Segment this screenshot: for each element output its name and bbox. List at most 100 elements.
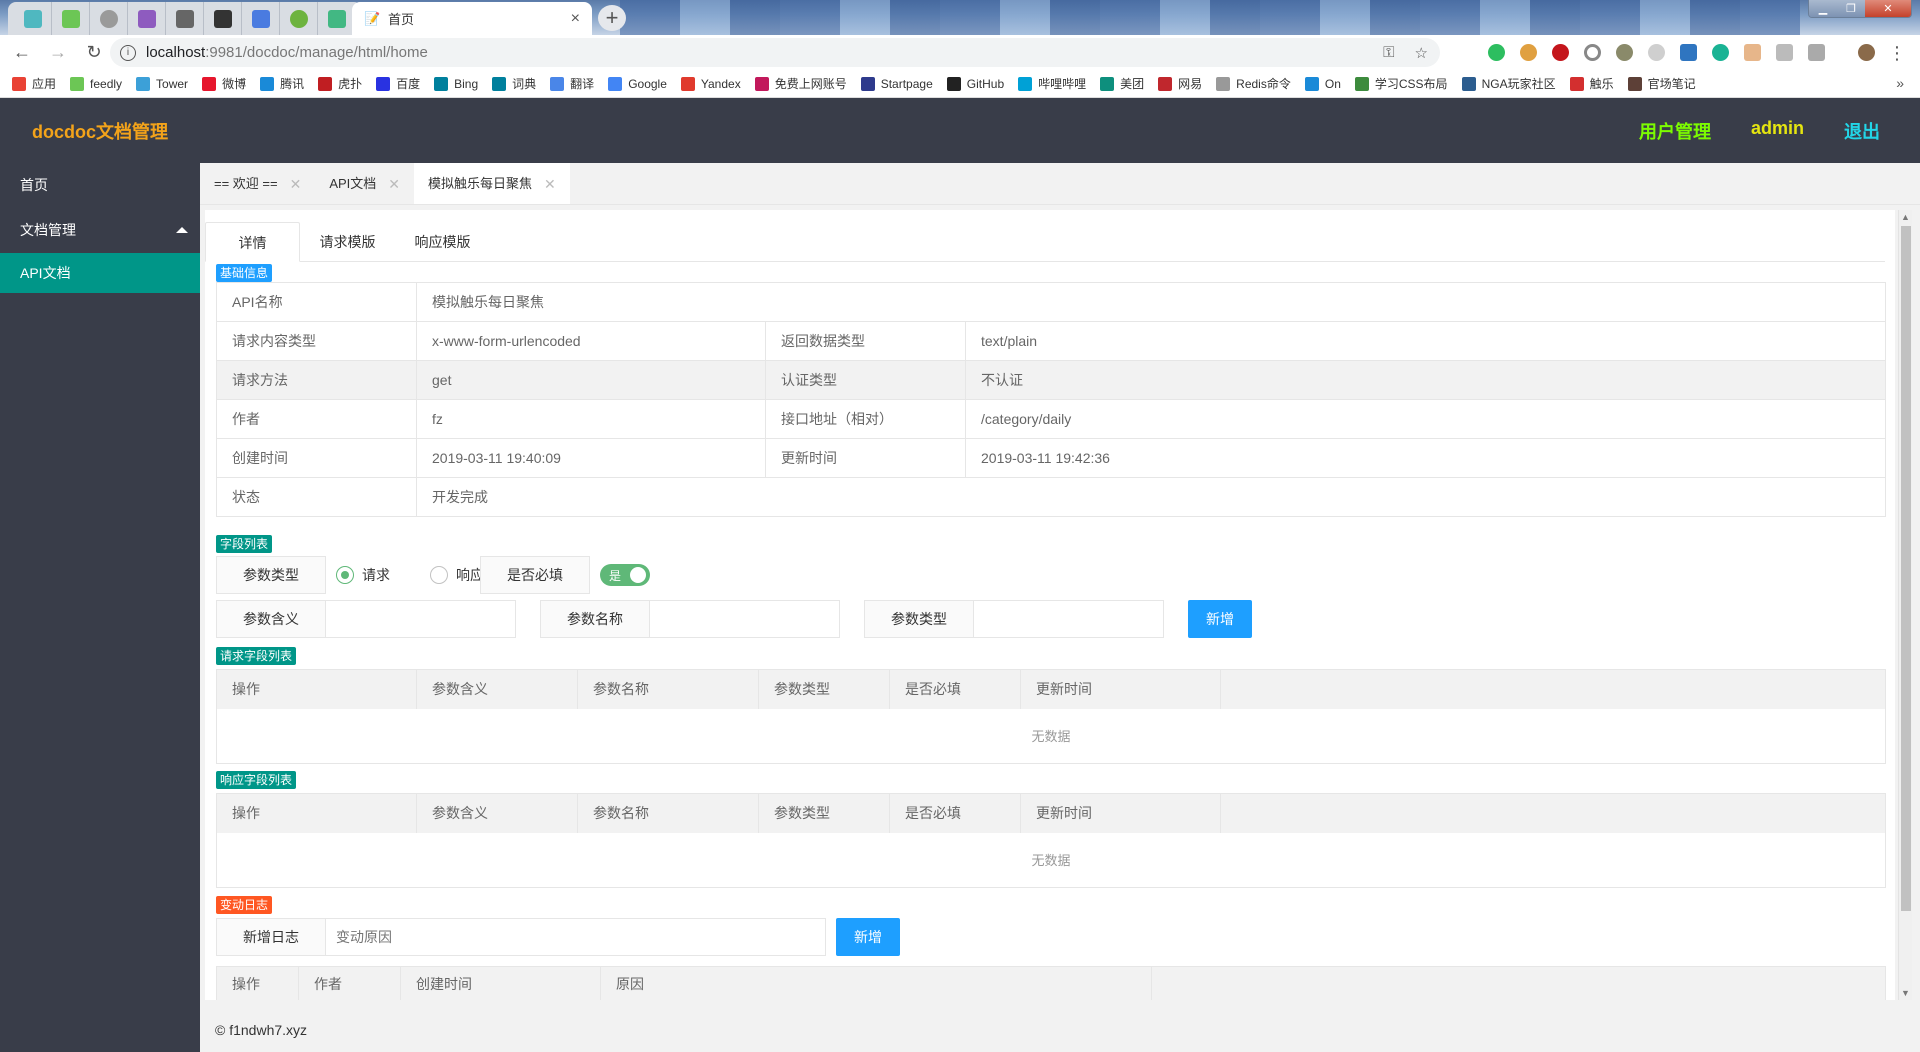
- link-ext-icon[interactable]: [1648, 44, 1665, 61]
- evernote-icon[interactable]: [1488, 44, 1505, 61]
- bookmark-item[interactable]: GitHub: [946, 76, 1004, 91]
- sidebar-item-label: 文档管理: [20, 222, 76, 238]
- username-link[interactable]: admin: [1751, 118, 1804, 144]
- face-ext-icon[interactable]: [1744, 44, 1761, 61]
- minimize-button[interactable]: ▁: [1809, 0, 1837, 17]
- empty-text: 无数据: [1031, 729, 1071, 745]
- pinned-tab[interactable]: [166, 2, 204, 35]
- bookmark-icon: [492, 76, 507, 91]
- tab-details[interactable]: 详情: [205, 222, 300, 262]
- bookmark-item[interactable]: 官场笔记: [1627, 75, 1696, 92]
- browser-tab-active[interactable]: 📝 首页 ×: [352, 2, 592, 35]
- bookmark-item[interactable]: 虎扑: [318, 75, 362, 92]
- scroll-up-icon[interactable]: ▲: [1899, 210, 1912, 224]
- page-tab-api-docs[interactable]: API文档 ✕: [315, 163, 414, 204]
- pinned-tab[interactable]: [280, 2, 318, 35]
- bookmark-item[interactable]: Google: [608, 76, 667, 91]
- sidebar-item-api-docs[interactable]: API文档: [0, 253, 200, 293]
- change-reason-input[interactable]: [326, 918, 826, 956]
- page-tab-current-api[interactable]: 模拟触乐每日聚焦 ✕: [414, 163, 570, 204]
- add-log-button[interactable]: 新增: [836, 918, 900, 956]
- bookmark-item[interactable]: Yandex: [680, 76, 741, 91]
- tab-response-template[interactable]: 响应模版: [395, 222, 490, 262]
- browser-tabstrip: 📝 首页 × + ▁ ❐ ✕: [0, 0, 1920, 35]
- bookmark-icon: [70, 76, 85, 91]
- more-menu-icon[interactable]: ⋮: [1888, 43, 1906, 64]
- forward-button[interactable]: →: [44, 42, 72, 63]
- reload-button[interactable]: ↻: [80, 42, 108, 63]
- bookmark-item[interactable]: 词典: [492, 75, 536, 92]
- sidebar-item-doc-management[interactable]: 文档管理: [0, 208, 200, 253]
- gear-ext-icon[interactable]: [1616, 44, 1633, 61]
- pinned-tab[interactable]: [90, 2, 128, 35]
- page-tab-welcome[interactable]: == 欢迎 == ✕: [200, 163, 315, 204]
- bookmark-item[interactable]: NGA玩家社区: [1461, 75, 1556, 92]
- pinned-tab[interactable]: [242, 2, 280, 35]
- vue-devtools-icon[interactable]: [1776, 44, 1793, 61]
- sidebar-item-home[interactable]: 首页: [0, 163, 200, 208]
- content-scrollbar[interactable]: ▲ ▼: [1898, 210, 1912, 1000]
- bookmark-label: 应用: [32, 77, 57, 91]
- user-management-link[interactable]: 用户管理: [1639, 118, 1711, 144]
- empty-row: 无数据: [217, 709, 1886, 764]
- meaning-input[interactable]: [326, 600, 516, 638]
- type-input[interactable]: [974, 600, 1164, 638]
- cookie-icon[interactable]: [1520, 44, 1537, 61]
- bookmark-item[interactable]: 腾讯: [260, 75, 304, 92]
- bookmark-item[interactable]: 应用: [12, 75, 56, 92]
- new-tab-button[interactable]: +: [598, 5, 626, 31]
- pinned-tab[interactable]: [204, 2, 242, 35]
- sidebar: 首页 文档管理 API文档: [0, 163, 200, 1052]
- bookmark-item[interactable]: 百度: [376, 75, 420, 92]
- pinned-tab[interactable]: [318, 2, 356, 35]
- bookmark-item[interactable]: feedly: [70, 76, 122, 91]
- add-field-button[interactable]: 新增: [1188, 600, 1252, 638]
- log-form-row: 新增日志 新增: [216, 918, 900, 956]
- star-icon[interactable]: ☆: [1415, 44, 1428, 62]
- gray-ext-icon[interactable]: [1808, 44, 1825, 61]
- avatar[interactable]: [1858, 44, 1875, 61]
- adblock-icon[interactable]: [1552, 44, 1569, 61]
- bookmark-item[interactable]: Bing: [434, 76, 478, 91]
- scroll-thumb[interactable]: [1901, 226, 1911, 911]
- close-icon[interactable]: ✕: [388, 163, 400, 205]
- close-icon[interactable]: ✕: [544, 163, 556, 205]
- info-icon[interactable]: i: [120, 44, 136, 61]
- key-icon[interactable]: ⚿: [1383, 44, 1394, 62]
- bookmark-item[interactable]: 学习CSS布局: [1354, 75, 1448, 92]
- m-ext-icon[interactable]: [1712, 44, 1729, 61]
- bookmark-item[interactable]: 微博: [202, 75, 246, 92]
- bookmark-item[interactable]: Startpage: [860, 76, 933, 91]
- required-toggle[interactable]: 是: [600, 564, 650, 586]
- pinned-tab[interactable]: [14, 2, 52, 35]
- close-window-button[interactable]: ✕: [1865, 0, 1911, 17]
- radio-response[interactable]: 响应: [430, 565, 484, 585]
- bookmark-item[interactable]: 哔哩哔哩: [1018, 75, 1086, 92]
- close-tab-icon[interactable]: ×: [571, 10, 580, 28]
- name-input[interactable]: [650, 600, 840, 638]
- tab-request-template[interactable]: 请求模版: [300, 222, 395, 262]
- pinned-tab[interactable]: [128, 2, 166, 35]
- app-logo[interactable]: docdoc文档管理: [32, 118, 168, 144]
- bookmark-item[interactable]: 触乐: [1569, 75, 1614, 92]
- bookmark-item[interactable]: 美团: [1100, 75, 1144, 92]
- restore-button[interactable]: ❐: [1837, 0, 1865, 17]
- url-input[interactable]: i localhost:9981/docdoc/manage/html/home…: [110, 38, 1440, 67]
- bookmark-item[interactable]: Tower: [136, 76, 188, 91]
- column-header: 更新时间: [1020, 669, 1221, 709]
- radio-request[interactable]: 请求: [336, 565, 390, 585]
- bookmark-item[interactable]: 免费上网账号: [754, 75, 847, 92]
- scroll-down-icon[interactable]: ▼: [1899, 986, 1912, 1000]
- more-bookmarks-icon[interactable]: »: [1896, 75, 1904, 91]
- s-ext-icon[interactable]: [1680, 44, 1697, 61]
- back-button[interactable]: ←: [8, 42, 36, 63]
- pinned-tab[interactable]: [52, 2, 90, 35]
- logout-link[interactable]: 退出: [1844, 118, 1880, 144]
- bookmark-item[interactable]: On: [1304, 76, 1341, 91]
- bookmark-item[interactable]: 翻译: [550, 75, 594, 92]
- close-icon[interactable]: ✕: [290, 163, 302, 205]
- bookmark-item[interactable]: 网易: [1158, 75, 1202, 92]
- header-nav: 用户管理 admin 退出: [1639, 118, 1880, 144]
- bookmark-item[interactable]: Redis命令: [1216, 75, 1291, 92]
- ring-icon[interactable]: [1584, 44, 1601, 61]
